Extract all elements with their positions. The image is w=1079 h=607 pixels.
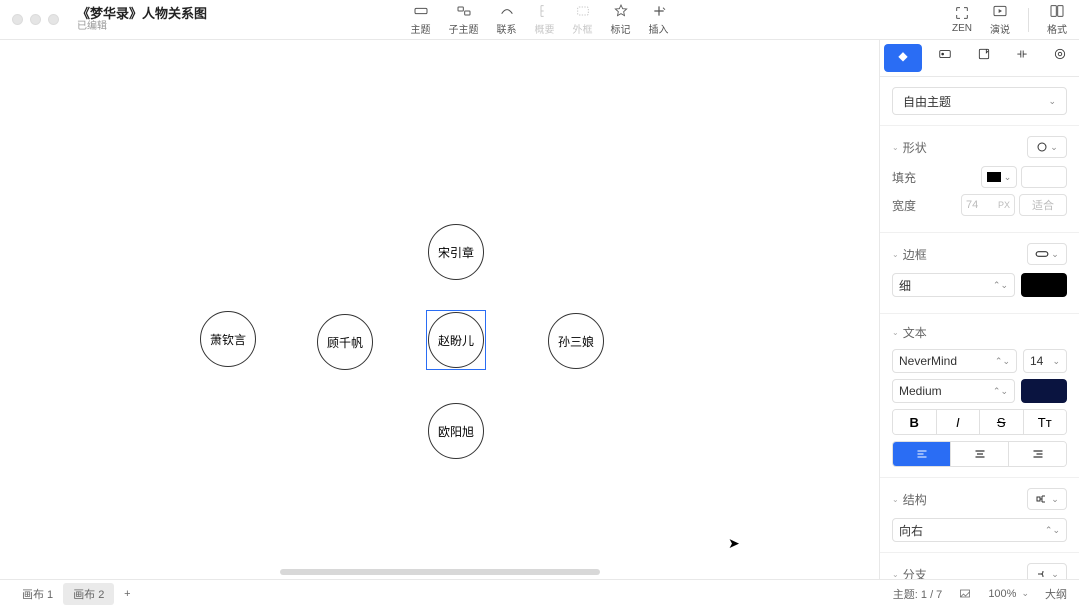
- toolbar-subtopic[interactable]: 子主题: [449, 3, 479, 36]
- font-family-select[interactable]: NeverMind⌃⌄: [892, 349, 1017, 373]
- bold-button[interactable]: B: [893, 410, 937, 434]
- align-right-button[interactable]: [1009, 442, 1066, 466]
- document-status: 已编辑: [77, 21, 207, 33]
- shape-section-title: 形状: [903, 139, 927, 156]
- outline-button[interactable]: 大纲: [1045, 586, 1067, 602]
- toolbar-marker[interactable]: 标记: [611, 3, 631, 36]
- canvas-tab-1[interactable]: 画布 1: [12, 583, 63, 605]
- toolbar-boundary: 外框: [573, 3, 593, 36]
- toolbar-right: ZEN 演说 格式: [952, 3, 1067, 36]
- structure-section-title: 结构: [903, 491, 927, 508]
- font-weight-select[interactable]: Medium⌃⌄: [892, 379, 1015, 403]
- minimize-window-icon[interactable]: [30, 14, 41, 25]
- caret-icon: ⌄: [892, 143, 899, 152]
- panel-tabs: [880, 40, 1079, 77]
- toolbar-format[interactable]: 格式: [1047, 3, 1067, 36]
- strike-button[interactable]: S: [980, 410, 1024, 434]
- canvas-tab-2[interactable]: 画布 2: [63, 583, 114, 605]
- caret-icon: ⌄: [892, 495, 899, 504]
- mouse-cursor-icon: ➤: [728, 535, 740, 552]
- text-color[interactable]: [1021, 379, 1067, 403]
- border-weight-select[interactable]: 细⌃⌄: [892, 273, 1015, 297]
- toolbar-topic[interactable]: 主题: [411, 3, 431, 36]
- caret-icon: ⌄: [892, 328, 899, 337]
- node-top[interactable]: 宋引章: [428, 224, 484, 280]
- node-right[interactable]: 孙三娘: [548, 313, 604, 369]
- font-size-select[interactable]: 14⌄: [1023, 349, 1067, 373]
- node-left1[interactable]: 萧钦言: [200, 311, 256, 367]
- fill-color-picker[interactable]: [1021, 166, 1067, 188]
- topic-counter[interactable]: 主题: 1 / 7: [893, 586, 943, 602]
- traffic-lights[interactable]: [12, 14, 59, 25]
- toolbar-pitch[interactable]: 演说: [990, 3, 1010, 36]
- case-button[interactable]: Tт: [1024, 410, 1067, 434]
- shape-type-select[interactable]: ⌄: [1027, 136, 1067, 158]
- canvas[interactable]: 宋引章 萧钦言 顾千帆 赵盼儿 孙三娘 欧阳旭 ➤: [0, 40, 879, 579]
- chevron-down-icon: ⌄: [1048, 96, 1056, 107]
- structure-type-select[interactable]: ⌄: [1027, 488, 1067, 510]
- bottombar: 画布 1 画布 2 + 主题: 1 / 7 100%⌄ 大纲: [0, 579, 1079, 607]
- node-bottom[interactable]: 欧阳旭: [428, 403, 484, 459]
- node-center[interactable]: 赵盼儿: [428, 312, 484, 368]
- fit-button[interactable]: 适合: [1019, 194, 1067, 216]
- align-left-button[interactable]: [893, 442, 951, 466]
- italic-button[interactable]: I: [937, 410, 981, 434]
- caret-icon: ⌄: [892, 570, 899, 579]
- align-center-button[interactable]: [951, 442, 1009, 466]
- toolbar-summary: 概要: [535, 3, 555, 36]
- branch-section-title: 分支: [903, 566, 927, 580]
- panel-tab-card[interactable]: [926, 40, 964, 68]
- caret-icon: ⌄: [892, 250, 899, 259]
- panel-tab-style[interactable]: [884, 44, 922, 72]
- close-window-icon[interactable]: [12, 14, 23, 25]
- panel-tab-note[interactable]: [964, 40, 1002, 68]
- panel-tab-map[interactable]: [1003, 40, 1041, 68]
- maximize-window-icon[interactable]: [48, 14, 59, 25]
- structure-direction-select[interactable]: 向右⌃⌄: [892, 518, 1067, 542]
- fill-color-select[interactable]: ⌄: [981, 166, 1017, 188]
- border-style-select[interactable]: ⌄: [1027, 243, 1067, 265]
- map-view-icon[interactable]: [958, 588, 972, 600]
- toolbar-relationship[interactable]: 联系: [497, 3, 517, 36]
- branch-style-select[interactable]: ⌄: [1027, 563, 1067, 579]
- panel-tab-ai[interactable]: [1041, 40, 1079, 68]
- text-section-title: 文本: [903, 324, 927, 341]
- add-canvas-button[interactable]: +: [118, 585, 136, 603]
- width-input[interactable]: 74PX: [961, 194, 1015, 216]
- theme-select[interactable]: 自由主题⌄: [892, 87, 1067, 115]
- format-panel: 自由主题⌄ ⌄形状 ⌄ 填充 ⌄ 宽度 74PX 适合: [879, 40, 1079, 579]
- border-color[interactable]: [1021, 273, 1067, 297]
- toolbar-center: 主题 子主题 联系 概要 外框 标记 插入: [411, 3, 669, 36]
- toolbar-zen[interactable]: ZEN: [952, 5, 972, 34]
- zoom-level[interactable]: 100%⌄: [988, 588, 1029, 600]
- toolbar-insert[interactable]: 插入: [649, 3, 669, 36]
- border-section-title: 边框: [903, 246, 927, 263]
- document-title: 《梦华录》人物关系图: [77, 6, 207, 22]
- node-left2[interactable]: 顾千帆: [317, 314, 373, 370]
- horizontal-scrollbar[interactable]: [280, 569, 600, 575]
- titlebar: 《梦华录》人物关系图 已编辑 主题 子主题 联系 概要 外框 标记 插入 ZEN…: [0, 0, 1079, 40]
